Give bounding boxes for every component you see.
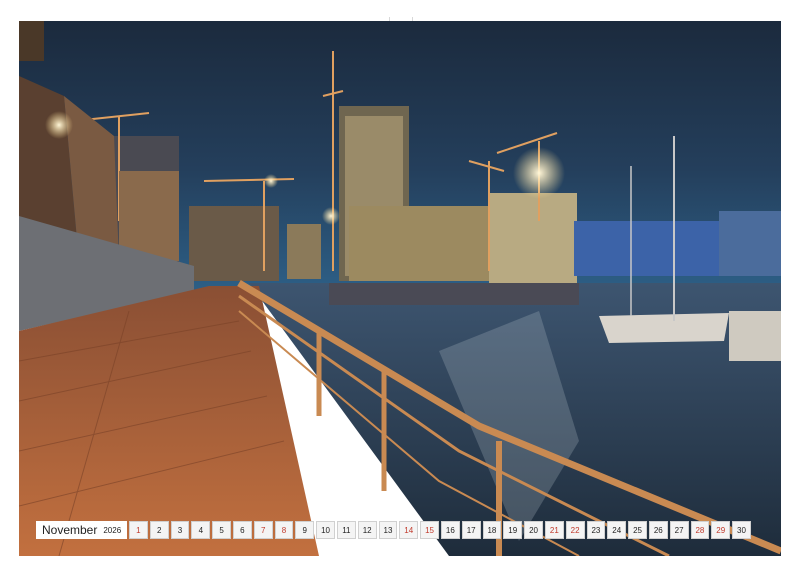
promenade xyxy=(19,286,319,556)
month-name: November xyxy=(42,523,98,537)
day-cell: 10 xyxy=(316,521,335,539)
day-cell: 17 xyxy=(461,521,481,539)
day-cell: 30 xyxy=(732,521,751,539)
day-cell: 11 xyxy=(336,521,356,539)
day-cell: 9 xyxy=(295,521,315,539)
day-cell: 27 xyxy=(669,521,689,539)
day-cell: 6 xyxy=(232,521,252,539)
day-cell: 19 xyxy=(503,521,523,539)
day-cell: 18 xyxy=(482,521,502,539)
day-cell: 14 xyxy=(399,521,419,539)
day-cell: 4 xyxy=(191,521,211,539)
harbour-night-photo xyxy=(19,21,781,556)
calendar-strip: November 2026 1 2 3 4 5 6 7 8 9 10 11 12 13 14 15 16 17 1… xyxy=(36,521,751,539)
day-cell: 22 xyxy=(565,521,585,539)
day-cell: 29 xyxy=(711,521,731,539)
day-cell: 16 xyxy=(440,521,460,539)
day-cell: 7 xyxy=(253,521,273,539)
day-cell: 21 xyxy=(544,521,564,539)
month-label: November 2026 xyxy=(36,521,127,539)
day-cell: 26 xyxy=(648,521,668,539)
day-cell: 2 xyxy=(149,521,169,539)
day-cell: 20 xyxy=(524,521,543,539)
day-cell: 24 xyxy=(607,521,627,539)
day-cell: 23 xyxy=(586,521,606,539)
day-cells: 1 2 3 4 5 6 7 8 9 10 11 12 13 14 15 16 17 18 19 20 21 22 23 24 2… xyxy=(129,521,751,539)
day-cell: 12 xyxy=(357,521,377,539)
year-label: 2026 xyxy=(103,525,122,535)
day-cell: 13 xyxy=(378,521,398,539)
day-cell: 3 xyxy=(170,521,190,539)
day-cell: 5 xyxy=(212,521,231,539)
day-cell: 8 xyxy=(274,521,294,539)
day-cell: 1 xyxy=(129,521,148,539)
day-cell: 25 xyxy=(628,521,647,539)
day-cell: 15 xyxy=(420,521,439,539)
day-cell: 28 xyxy=(690,521,710,539)
calendar-photo xyxy=(19,21,781,556)
